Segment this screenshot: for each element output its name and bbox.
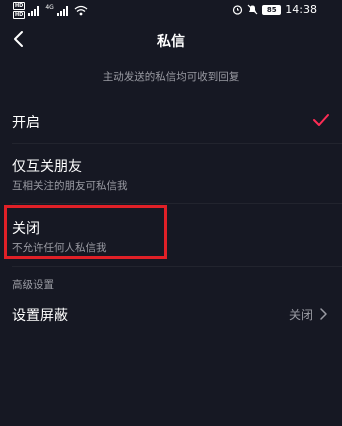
- option-title: 开启: [12, 115, 40, 131]
- page-title: 私信: [157, 34, 185, 50]
- hint-text: 主动发送的私信均可收到回复: [102, 71, 240, 83]
- hd-badge: HD: [13, 2, 26, 10]
- clock: 14:38: [285, 3, 317, 16]
- hd-badge: HD: [13, 11, 26, 19]
- block-settings-row[interactable]: 设置屏蔽 关闭: [0, 298, 342, 330]
- network-label: 4G: [45, 4, 54, 11]
- option-subtitle: 互相关注的朋友可私信我: [12, 180, 128, 192]
- setting-value: 关闭: [288, 308, 313, 322]
- alarm-icon: [233, 5, 243, 15]
- status-bar: HD HD 4G 85 14:38: [0, 0, 342, 20]
- option-enable[interactable]: 开启: [0, 100, 342, 142]
- option-mutual-friends[interactable]: 仅互关朋友 互相关注的朋友可私信我: [0, 144, 342, 202]
- option-title: 仅互关朋友: [12, 159, 82, 175]
- nav-bar: 私信: [0, 22, 342, 58]
- wifi-icon: [74, 5, 88, 16]
- check-icon: [313, 114, 329, 126]
- battery-icon: 85: [262, 4, 282, 15]
- chevron-right-icon: [320, 308, 327, 320]
- signal-icon: [56, 6, 68, 16]
- highlight-annotation-box: [4, 205, 167, 259]
- hd-badges: HD HD: [13, 2, 26, 19]
- mute-icon: [247, 4, 258, 15]
- setting-label: 设置屏蔽: [12, 308, 68, 324]
- signal-icon: [28, 6, 40, 16]
- divider: [12, 266, 342, 267]
- section-label-advanced: 高级设置: [12, 279, 54, 291]
